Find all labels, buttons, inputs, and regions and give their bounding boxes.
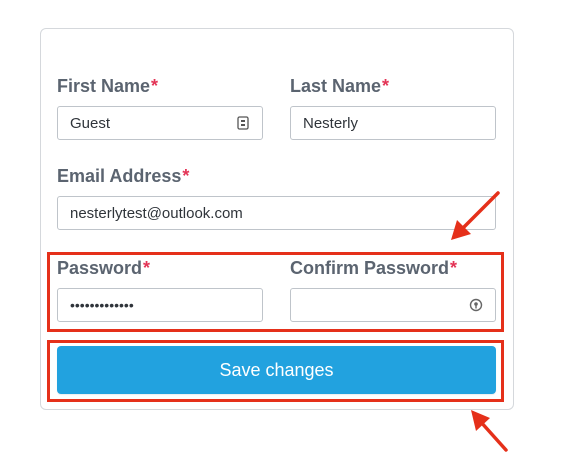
arrow-icon: [471, 410, 508, 452]
required-marker: *: [151, 76, 159, 96]
first-name-input[interactable]: Guest: [57, 106, 263, 140]
required-marker: *: [382, 76, 390, 96]
first-name-value: Guest: [70, 114, 111, 132]
password-section-highlight: [47, 252, 504, 332]
last-name-label: Last Name*: [290, 76, 389, 97]
first-name-label-text: First Name: [57, 76, 151, 96]
save-button-highlight: [47, 340, 504, 402]
first-name-label: First Name*: [57, 76, 158, 97]
email-label-text: Email Address: [57, 166, 182, 186]
required-marker: *: [182, 166, 190, 186]
email-label: Email Address*: [57, 166, 189, 187]
last-name-input[interactable]: Nesterly: [290, 106, 496, 140]
screenshot-stage: First Name* Guest Last Name* Nesterly Em…: [0, 0, 564, 458]
last-name-label-text: Last Name: [290, 76, 382, 96]
last-name-value: Nesterly: [303, 114, 359, 132]
email-input[interactable]: nesterlytest@outlook.com: [57, 196, 496, 230]
contact-card-icon[interactable]: [236, 116, 250, 130]
email-value: nesterlytest@outlook.com: [70, 204, 243, 222]
